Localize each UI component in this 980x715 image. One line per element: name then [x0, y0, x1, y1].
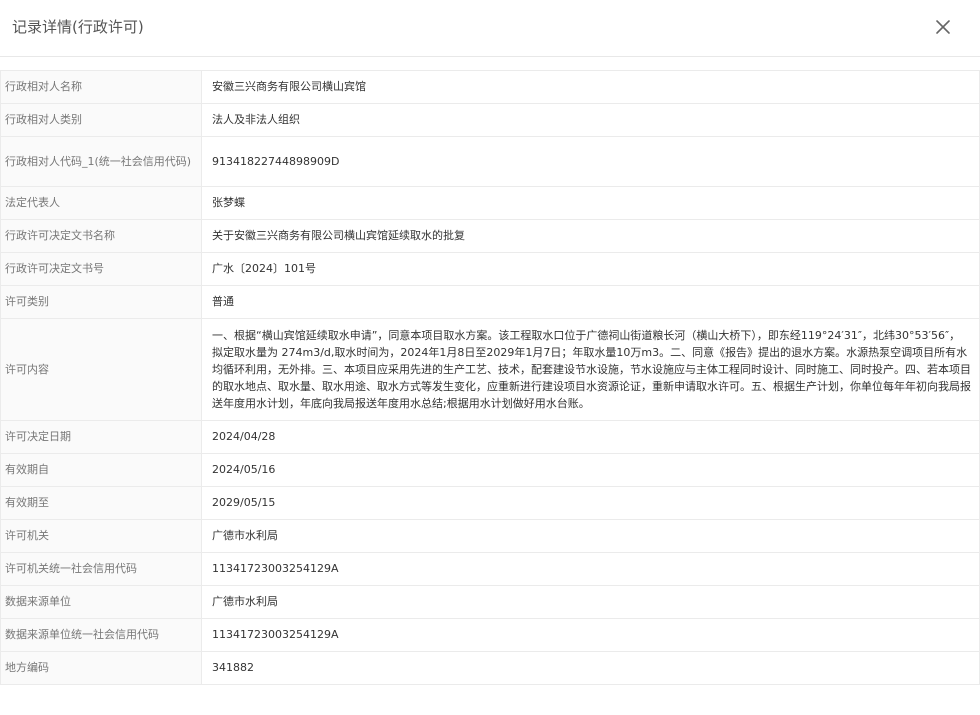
field-label: 行政相对人类别	[0, 103, 202, 137]
field-label: 数据来源单位	[0, 585, 202, 619]
table-row: 数据来源单位统一社会信用代码 11341723003254129A	[0, 618, 980, 652]
detail-table: 行政相对人名称 安徽三兴商务有限公司横山宾馆 行政相对人类别 法人及非法人组织 …	[0, 70, 980, 685]
dialog-header: 记录详情(行政许可)	[0, 0, 980, 57]
field-label: 有效期至	[0, 486, 202, 520]
field-value: 2024/05/16	[201, 453, 980, 487]
detail-table-container: 行政相对人名称 安徽三兴商务有限公司横山宾馆 行政相对人类别 法人及非法人组织 …	[0, 70, 980, 685]
field-value: 广德市水利局	[201, 585, 980, 619]
field-value: 11341723003254129A	[201, 552, 980, 586]
table-row: 地方编码 341882	[0, 651, 980, 685]
table-row: 行政相对人类别 法人及非法人组织	[0, 103, 980, 137]
field-value: 一、根据“横山宾馆延续取水申请”，同意本项目取水方案。该工程取水口位于广德祠山街…	[201, 318, 980, 421]
field-label: 地方编码	[0, 651, 202, 685]
field-value: 张梦蝶	[201, 186, 980, 220]
field-label: 许可机关统一社会信用代码	[0, 552, 202, 586]
dialog-title: 记录详情(行政许可)	[12, 18, 144, 36]
table-row: 许可类别 普通	[0, 285, 980, 319]
field-label: 许可决定日期	[0, 420, 202, 454]
field-value: 广水〔2024〕101号	[201, 252, 980, 286]
field-value: 关于安徽三兴商务有限公司横山宾馆延续取水的批复	[201, 219, 980, 253]
field-value: 2029/05/15	[201, 486, 980, 520]
field-label: 许可内容	[0, 318, 202, 421]
field-label: 许可机关	[0, 519, 202, 553]
table-row: 行政许可决定文书名称 关于安徽三兴商务有限公司横山宾馆延续取水的批复	[0, 219, 980, 253]
field-label: 行政许可决定文书名称	[0, 219, 202, 253]
table-row: 有效期自 2024/05/16	[0, 453, 980, 487]
field-value: 11341723003254129A	[201, 618, 980, 652]
table-row: 法定代表人 张梦蝶	[0, 186, 980, 220]
table-row: 许可机关 广德市水利局	[0, 519, 980, 553]
field-value: 普通	[201, 285, 980, 319]
field-value: 法人及非法人组织	[201, 103, 980, 137]
table-row: 许可决定日期 2024/04/28	[0, 420, 980, 454]
table-row: 行政相对人代码_1(统一社会信用代码) 91341822744898909D	[0, 136, 980, 187]
field-value: 341882	[201, 651, 980, 685]
table-row: 许可机关统一社会信用代码 11341723003254129A	[0, 552, 980, 586]
field-label: 行政相对人名称	[0, 70, 202, 104]
field-value: 91341822744898909D	[201, 136, 980, 187]
field-label: 行政相对人代码_1(统一社会信用代码)	[0, 136, 202, 187]
table-row: 有效期至 2029/05/15	[0, 486, 980, 520]
field-value: 广德市水利局	[201, 519, 980, 553]
table-row: 许可内容 一、根据“横山宾馆延续取水申请”，同意本项目取水方案。该工程取水口位于…	[0, 318, 980, 421]
close-button[interactable]	[932, 16, 954, 38]
field-value: 安徽三兴商务有限公司横山宾馆	[201, 70, 980, 104]
field-label: 有效期自	[0, 453, 202, 487]
field-label: 许可类别	[0, 285, 202, 319]
close-icon	[936, 20, 950, 34]
field-label: 法定代表人	[0, 186, 202, 220]
table-row: 行政许可决定文书号 广水〔2024〕101号	[0, 252, 980, 286]
table-row: 行政相对人名称 安徽三兴商务有限公司横山宾馆	[0, 70, 980, 104]
field-value: 2024/04/28	[201, 420, 980, 454]
table-row: 数据来源单位 广德市水利局	[0, 585, 980, 619]
field-label: 数据来源单位统一社会信用代码	[0, 618, 202, 652]
record-detail-dialog: 记录详情(行政许可) 行政相对人名称 安徽三兴商务有限公司横山宾馆 行政相对人类…	[0, 0, 980, 715]
field-label: 行政许可决定文书号	[0, 252, 202, 286]
